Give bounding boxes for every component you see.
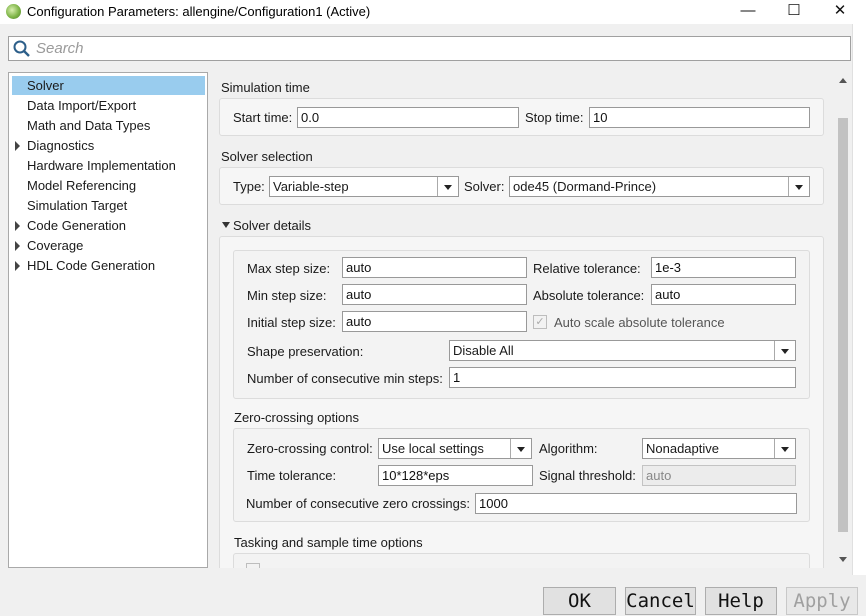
absolute-tolerance-label: Absolute tolerance: xyxy=(533,288,645,303)
tree-item-label: Diagnostics xyxy=(27,138,95,153)
chevron-down-icon[interactable] xyxy=(788,177,809,196)
window-title: Configuration Parameters: allengine/Conf… xyxy=(27,4,371,19)
absolute-tolerance-field[interactable]: auto xyxy=(651,284,796,305)
max-step-field[interactable]: auto xyxy=(342,257,527,278)
stop-time-field[interactable]: 10 xyxy=(589,107,810,128)
consecutive-zero-crossings-field[interactable]: 1000 xyxy=(475,493,797,514)
start-time-field[interactable]: 0.0 xyxy=(297,107,519,128)
tree-item-solver[interactable]: Solver xyxy=(12,76,205,95)
shape-preservation-value: Disable All xyxy=(453,343,514,358)
time-tolerance-field[interactable]: 10*128*eps xyxy=(378,465,533,486)
background-window-edge xyxy=(852,24,866,616)
vertical-scrollbar[interactable] xyxy=(836,72,850,568)
solver-label: Solver: xyxy=(464,179,505,194)
consecutive-min-steps-label: Number of consecutive min steps: xyxy=(247,371,443,386)
solver-details-heading[interactable]: Solver details xyxy=(233,218,311,233)
stop-time-label: Stop time: xyxy=(525,110,584,125)
app-icon xyxy=(6,4,21,19)
solver-dropdown[interactable]: ode45 (Dormand-Prince) xyxy=(509,176,810,197)
tree-item-diagnostics[interactable]: Diagnostics xyxy=(15,136,95,155)
type-dropdown-value: Variable-step xyxy=(273,179,349,194)
min-step-label: Min step size: xyxy=(247,288,327,303)
search-placeholder: Search xyxy=(36,40,84,57)
expand-arrow-icon[interactable] xyxy=(15,221,20,231)
auto-scale-checkbox[interactable]: ✓ xyxy=(533,315,547,329)
algorithm-dropdown[interactable]: Nonadaptive xyxy=(642,438,796,459)
tree-item-model-referencing[interactable]: Model Referencing xyxy=(27,176,136,195)
maximize-button[interactable]: ☐ xyxy=(771,0,817,24)
expand-arrow-icon[interactable] xyxy=(15,241,20,251)
zero-crossing-control-dropdown[interactable]: Use local settings xyxy=(378,438,532,459)
chevron-down-icon[interactable] xyxy=(774,439,795,458)
algorithm-label: Algorithm: xyxy=(539,441,598,456)
scroll-down-icon[interactable] xyxy=(839,557,847,562)
time-tolerance-label: Time tolerance: xyxy=(247,468,337,483)
relative-tolerance-label: Relative tolerance: xyxy=(533,261,641,276)
tree-item-label: Code Generation xyxy=(27,218,127,233)
tree-item-label: Coverage xyxy=(27,238,84,253)
tree-item-hardware-implementation[interactable]: Hardware Implementation xyxy=(27,156,176,175)
scrollbar-thumb[interactable] xyxy=(838,118,848,532)
tasking-group xyxy=(233,553,810,568)
tree-item-coverage[interactable]: Coverage xyxy=(15,236,84,255)
shape-preservation-dropdown[interactable]: Disable All xyxy=(449,340,796,361)
auto-scale-label: Auto scale absolute tolerance xyxy=(554,315,725,330)
tree-item-math-and-data-types[interactable]: Math and Data Types xyxy=(27,116,150,135)
search-icon xyxy=(13,40,31,61)
zero-crossing-heading: Zero-crossing options xyxy=(234,410,359,425)
tree-item-label: HDL Code Generation xyxy=(27,258,156,273)
chevron-down-icon[interactable] xyxy=(774,341,795,360)
chevron-down-icon[interactable] xyxy=(437,177,458,196)
initial-step-label: Initial step size: xyxy=(247,315,336,330)
collapse-arrow-icon[interactable] xyxy=(222,222,230,228)
signal-threshold-field: auto xyxy=(642,465,796,486)
tree-item-label: Simulation Target xyxy=(27,198,128,213)
type-label: Type: xyxy=(233,179,265,194)
signal-threshold-label: Signal threshold: xyxy=(539,468,636,483)
zero-crossing-control-value: Use local settings xyxy=(382,441,484,456)
scroll-up-icon[interactable] xyxy=(839,78,847,83)
close-button[interactable]: ✕ xyxy=(817,0,863,24)
minimize-button[interactable]: — xyxy=(725,0,771,24)
simulation-time-heading: Simulation time xyxy=(221,80,310,95)
max-step-label: Max step size: xyxy=(247,261,331,276)
help-button[interactable]: Help xyxy=(705,587,777,615)
tree-item-hdl-code-generation[interactable]: HDL Code Generation xyxy=(15,256,156,275)
tree-item-label: Model Referencing xyxy=(27,178,137,193)
expand-arrow-icon[interactable] xyxy=(15,141,20,151)
tree-item-data-import-export[interactable]: Data Import/Export xyxy=(27,96,136,115)
consecutive-min-steps-field[interactable]: 1 xyxy=(449,367,796,388)
relative-tolerance-field[interactable]: 1e-3 xyxy=(651,257,796,278)
tree-item-label: Solver xyxy=(27,78,64,93)
initial-step-field[interactable]: auto xyxy=(342,311,527,332)
cancel-button[interactable]: Cancel xyxy=(625,587,696,615)
shape-preservation-label: Shape preservation: xyxy=(247,344,364,359)
apply-button[interactable]: Apply xyxy=(786,587,858,615)
ok-button[interactable]: OK xyxy=(543,587,616,615)
tree-item-code-generation[interactable]: Code Generation xyxy=(15,216,127,235)
tree-item-label: Hardware Implementation xyxy=(27,158,176,173)
start-time-label: Start time: xyxy=(233,110,293,125)
solver-settings-pane: Simulation time Start time: 0.0 Stop tim… xyxy=(213,72,834,568)
solver-dropdown-value: ode45 (Dormand-Prince) xyxy=(513,179,657,194)
consecutive-zero-crossings-label: Number of consecutive zero crossings: xyxy=(246,496,470,511)
title-bar: Configuration Parameters: allengine/Conf… xyxy=(0,0,866,24)
tasking-checkbox[interactable] xyxy=(246,563,260,568)
solver-selection-heading: Solver selection xyxy=(221,149,313,164)
tree-item-label: Math and Data Types xyxy=(27,118,151,133)
zero-crossing-control-label: Zero-crossing control: xyxy=(247,441,373,456)
min-step-field[interactable]: auto xyxy=(342,284,527,305)
expand-arrow-icon[interactable] xyxy=(15,261,20,271)
search-input[interactable]: Search xyxy=(8,36,851,61)
tree-item-simulation-target[interactable]: Simulation Target xyxy=(27,196,127,215)
tasking-heading: Tasking and sample time options xyxy=(234,535,423,550)
algorithm-value: Nonadaptive xyxy=(646,441,719,456)
type-dropdown[interactable]: Variable-step xyxy=(269,176,459,197)
chevron-down-icon[interactable] xyxy=(510,439,531,458)
tree-item-label: Data Import/Export xyxy=(27,98,137,113)
category-tree: Solver Data Import/Export Math and Data … xyxy=(8,72,208,568)
